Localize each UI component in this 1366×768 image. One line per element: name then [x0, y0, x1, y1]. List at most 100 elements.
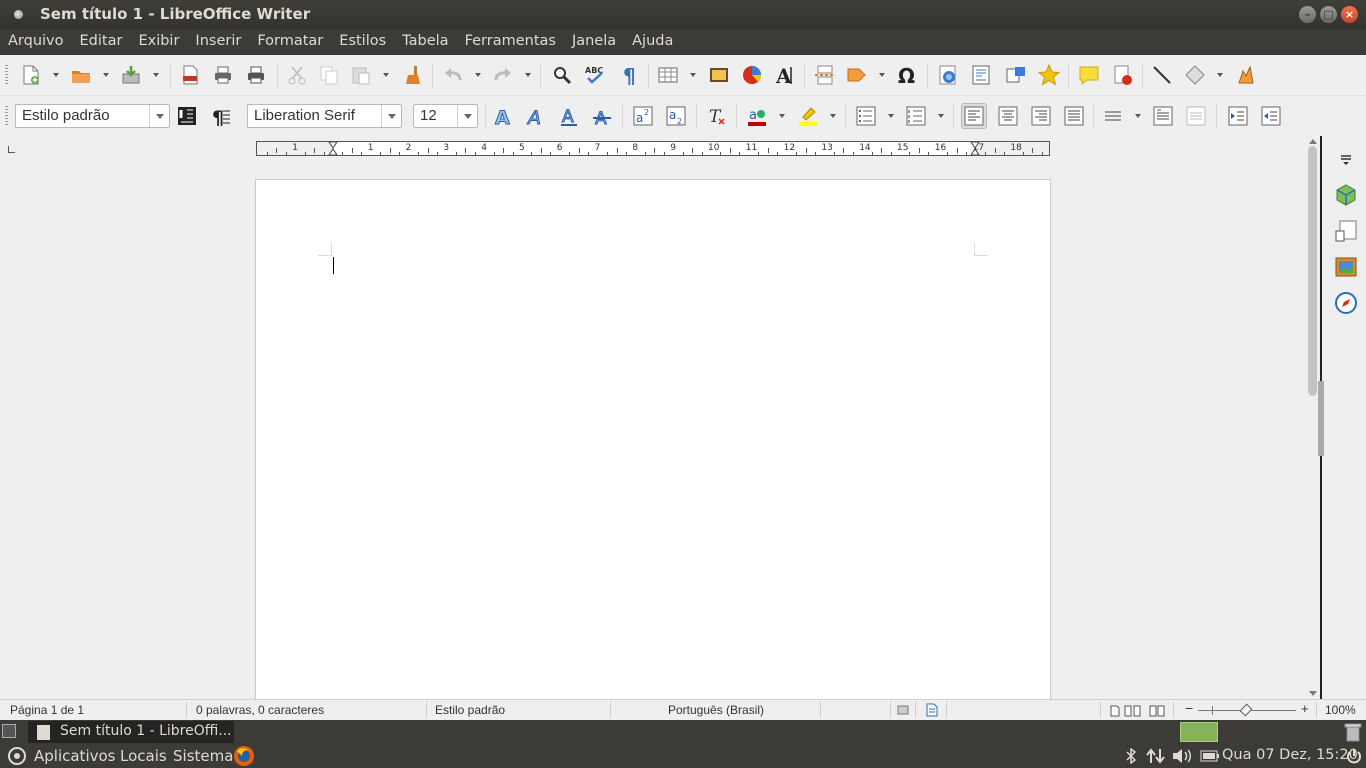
update-style-icon[interactable]	[174, 103, 200, 129]
page-style[interactable]: Estilo padrão	[435, 703, 505, 717]
undo-dropdown[interactable]	[474, 62, 482, 88]
bullet-list-dropdown[interactable]	[887, 103, 895, 129]
open-folder-icon[interactable]	[68, 62, 94, 88]
navigator-icon[interactable]	[1331, 288, 1361, 318]
toolbar-grip[interactable]	[5, 65, 8, 85]
properties-icon[interactable]	[1331, 180, 1361, 210]
font-color-dropdown[interactable]	[778, 103, 786, 129]
close-button[interactable]: ×	[1341, 6, 1358, 23]
page-icon[interactable]	[1331, 216, 1361, 246]
window-menu-icon[interactable]	[14, 10, 23, 19]
field-dropdown[interactable]	[878, 62, 886, 88]
scroll-down-arrow[interactable]	[1309, 691, 1317, 696]
save-icon[interactable]	[118, 62, 144, 88]
menu-aplicativos[interactable]: Aplicativos	[34, 747, 115, 765]
document-modified-icon[interactable]	[926, 703, 938, 717]
book-view-icon[interactable]	[1149, 705, 1165, 717]
document-page[interactable]	[255, 179, 1051, 699]
clear-formatting-icon[interactable]: T	[704, 103, 730, 129]
scrollbar-thumb[interactable]	[1308, 146, 1317, 396]
print-preview-icon[interactable]	[243, 62, 269, 88]
spelling-icon[interactable]: ABC	[582, 62, 608, 88]
special-character-icon[interactable]: Ω	[895, 62, 921, 88]
undo-icon[interactable]	[440, 62, 466, 88]
sidebar-collapse-handle[interactable]	[1318, 381, 1324, 456]
find-replace-icon[interactable]	[549, 62, 575, 88]
menu-janela[interactable]: Janela	[564, 29, 624, 55]
line-spacing-icon[interactable]	[1100, 103, 1126, 129]
insert-chart-icon[interactable]	[739, 62, 765, 88]
numbered-list-icon[interactable]	[903, 103, 929, 129]
highlight-color-icon[interactable]	[795, 103, 821, 129]
firefox-icon[interactable]	[233, 745, 255, 767]
table-dropdown[interactable]	[689, 62, 697, 88]
align-right-icon[interactable]	[1028, 103, 1054, 129]
new-document-icon[interactable]	[18, 62, 44, 88]
gallery-icon[interactable]	[1331, 252, 1361, 282]
power-icon[interactable]	[1346, 748, 1362, 764]
bluetooth-icon[interactable]	[1125, 748, 1137, 764]
save-dropdown[interactable]	[152, 62, 160, 88]
increase-indent-icon[interactable]	[1225, 103, 1251, 129]
bullet-list-icon[interactable]	[853, 103, 879, 129]
zoom-level[interactable]: 100%	[1325, 703, 1356, 717]
font-color-icon[interactable]: a	[744, 103, 770, 129]
insert-mode-icon[interactable]	[897, 705, 909, 715]
menu-ajuda[interactable]: Ajuda	[624, 29, 681, 55]
increase-paragraph-spacing-icon[interactable]	[1150, 103, 1176, 129]
page-break-icon[interactable]	[812, 62, 838, 88]
page-count[interactable]: Página 1 de 1	[10, 703, 84, 717]
redo-dropdown[interactable]	[524, 62, 532, 88]
cross-reference-icon[interactable]	[1003, 62, 1029, 88]
new-style-icon[interactable]: ¶	[208, 103, 234, 129]
comment-icon[interactable]	[1076, 62, 1102, 88]
align-center-icon[interactable]	[995, 103, 1021, 129]
redo-icon[interactable]	[490, 62, 516, 88]
network-icon[interactable]	[1146, 748, 1166, 764]
text-language[interactable]: Português (Brasil)	[668, 703, 764, 717]
print-icon[interactable]	[210, 62, 236, 88]
battery-icon[interactable]	[1200, 750, 1220, 762]
track-changes-icon[interactable]	[1110, 62, 1136, 88]
subscript-icon[interactable]: a2	[663, 103, 689, 129]
menu-exibir[interactable]: Exibir	[130, 29, 187, 55]
basic-shapes-icon[interactable]	[1182, 62, 1208, 88]
export-pdf-icon[interactable]	[177, 62, 203, 88]
cut-icon[interactable]	[284, 62, 310, 88]
clone-formatting-icon[interactable]	[400, 62, 426, 88]
menu-ferramentas[interactable]: Ferramentas	[457, 29, 564, 55]
chevron-down-icon[interactable]	[457, 105, 477, 127]
footnote-icon[interactable]	[968, 62, 994, 88]
menu-locais[interactable]: Locais	[120, 747, 167, 765]
zoom-in-button[interactable]: +	[1301, 701, 1309, 716]
italic-icon[interactable]: A	[523, 103, 549, 129]
line-icon[interactable]	[1149, 62, 1175, 88]
align-left-icon[interactable]	[961, 103, 987, 129]
tab-stop-selector[interactable]	[8, 146, 15, 153]
chevron-down-icon[interactable]	[381, 105, 401, 127]
zoom-slider-thumb[interactable]	[1239, 703, 1253, 717]
clock[interactable]: Qua 07 Dez, 15:20	[1222, 747, 1358, 763]
toolbar-grip[interactable]	[5, 106, 8, 126]
maximize-button[interactable]: □	[1320, 6, 1337, 23]
justify-icon[interactable]	[1061, 103, 1087, 129]
paste-dropdown[interactable]	[382, 62, 390, 88]
copy-icon[interactable]	[316, 62, 342, 88]
menu-sistema[interactable]: Sistema	[173, 747, 233, 765]
insert-field-icon[interactable]	[844, 62, 870, 88]
new-dropdown[interactable]	[52, 62, 60, 88]
line-spacing-dropdown[interactable]	[1134, 103, 1142, 129]
paragraph-style-select[interactable]: Estilo padrão	[15, 104, 170, 128]
paste-icon[interactable]	[348, 62, 374, 88]
shapes-dropdown[interactable]	[1216, 62, 1224, 88]
font-name-select[interactable]: Liberation Serif	[247, 104, 402, 128]
bookmark-star-icon[interactable]	[1036, 62, 1062, 88]
open-dropdown[interactable]	[102, 62, 110, 88]
superscript-icon[interactable]: a2	[630, 103, 656, 129]
single-page-view-icon[interactable]	[1110, 705, 1120, 717]
menu-editar[interactable]: Editar	[72, 29, 131, 55]
sidebar-menu-icon[interactable]	[1331, 144, 1361, 174]
menu-formatar[interactable]: Formatar	[249, 29, 331, 55]
insert-table-icon[interactable]	[655, 62, 681, 88]
numbered-list-dropdown[interactable]	[937, 103, 945, 129]
